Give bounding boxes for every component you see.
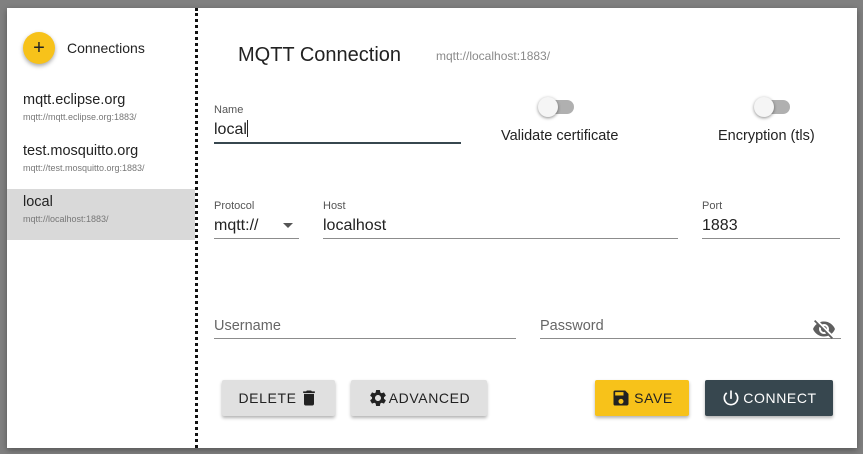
visibility-off-icon[interactable]: [812, 317, 836, 346]
sidebar-title: Connections: [67, 40, 145, 56]
connection-item-mqtt-eclipse[interactable]: mqtt.eclipse.org mqtt://mqtt.eclipse.org…: [7, 87, 195, 138]
connection-item-test-mosquitto[interactable]: test.mosquitto.org mqtt://test.mosquitto…: [7, 138, 195, 189]
encryption-label: Encryption (tls): [718, 128, 815, 144]
name-field[interactable]: Name local: [214, 104, 461, 144]
toggle-thumb: [538, 97, 558, 117]
username-field[interactable]: Username: [214, 314, 516, 339]
text-caret: [246, 120, 248, 137]
floppy-disk-icon: [611, 388, 631, 408]
save-button-label: SAVE: [634, 390, 673, 406]
password-input[interactable]: Password: [540, 314, 841, 339]
connection-name: test.mosquitto.org: [23, 143, 139, 159]
sidebar-header: + Connections: [23, 32, 145, 64]
username-input[interactable]: Username: [214, 314, 516, 339]
plus-icon: +: [33, 37, 45, 59]
connection-list: mqtt.eclipse.org mqtt://mqtt.eclipse.org…: [7, 87, 195, 240]
advanced-button[interactable]: ADVANCED: [351, 380, 487, 416]
protocol-select[interactable]: Protocol mqtt://: [214, 200, 299, 239]
connect-button-label: CONNECT: [743, 390, 817, 406]
protocol-label: Protocol: [214, 200, 255, 212]
encryption-toggle[interactable]: [754, 97, 794, 117]
delete-button[interactable]: DELETE: [222, 380, 335, 416]
host-label: Host: [323, 200, 346, 212]
toggle-thumb: [754, 97, 774, 117]
add-connection-button[interactable]: +: [23, 32, 55, 64]
connection-url: mqtt://test.mosquitto.org:1883/: [23, 163, 145, 173]
name-value: local: [214, 121, 247, 138]
save-button[interactable]: SAVE: [595, 380, 689, 416]
connections-sidebar: + Connections mqtt.eclipse.org mqtt://mq…: [7, 8, 195, 448]
dropdown-arrow-icon: [283, 223, 293, 228]
name-label: Name: [214, 104, 244, 116]
connection-url-subtitle: mqtt://localhost:1883/: [436, 49, 551, 63]
name-input[interactable]: local: [214, 118, 461, 144]
port-label: Port: [702, 200, 723, 212]
host-field[interactable]: Host localhost: [323, 200, 678, 239]
port-input[interactable]: 1883: [702, 214, 840, 239]
connection-name: local: [23, 194, 53, 210]
page-title: MQTT Connection: [238, 44, 402, 66]
port-field[interactable]: Port 1883: [702, 200, 840, 239]
connection-url: mqtt://mqtt.eclipse.org:1883/: [23, 112, 137, 122]
delete-button-label: DELETE: [238, 390, 297, 406]
validate-certificate-toggle[interactable]: [538, 97, 578, 117]
connect-button[interactable]: CONNECT: [705, 380, 833, 416]
password-field[interactable]: Password: [540, 314, 841, 339]
validate-certificate-label: Validate certificate: [501, 128, 619, 144]
power-icon: [721, 388, 741, 408]
connection-settings-panel: MQTT Connection mqtt://localhost:1883/ N…: [198, 8, 857, 448]
connection-item-local[interactable]: local mqtt://localhost:1883/: [7, 189, 195, 240]
trash-icon: [299, 388, 319, 408]
connection-url: mqtt://localhost:1883/: [23, 214, 109, 224]
advanced-button-label: ADVANCED: [388, 390, 471, 406]
gear-icon: [368, 388, 388, 408]
app-window: + Connections mqtt.eclipse.org mqtt://mq…: [7, 8, 857, 448]
connection-name: mqtt.eclipse.org: [23, 92, 126, 108]
host-input[interactable]: localhost: [323, 214, 678, 239]
